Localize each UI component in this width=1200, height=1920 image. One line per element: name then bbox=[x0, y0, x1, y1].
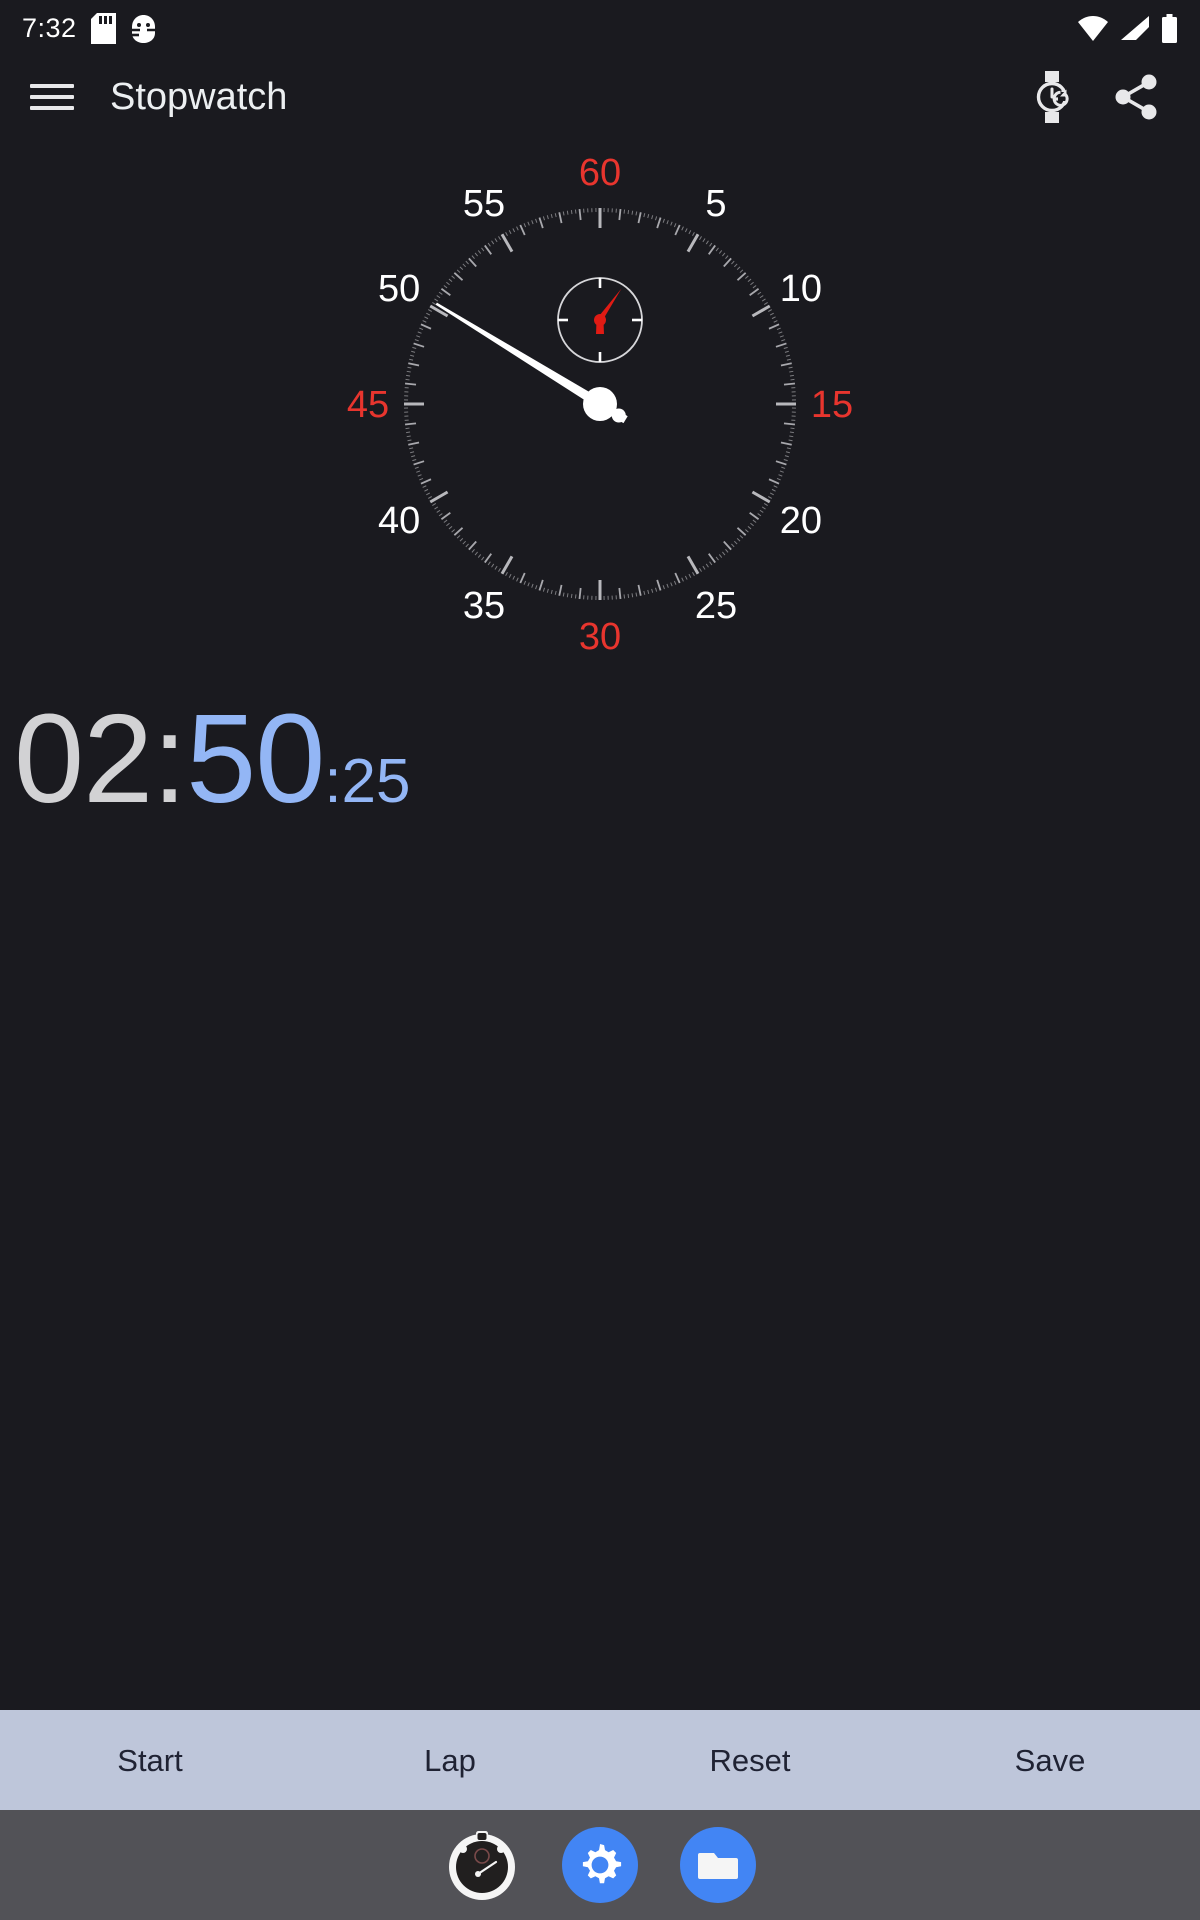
bottom-nav-bar bbox=[0, 1810, 1200, 1920]
dial-label-60: 60 bbox=[579, 152, 621, 194]
toolbar-actions bbox=[1032, 71, 1170, 123]
analog-stopwatch-dial: 60 5 10 15 20 25 30 35 40 45 50 55 bbox=[340, 144, 860, 664]
lap-button[interactable]: Lap bbox=[300, 1745, 600, 1776]
save-button[interactable]: Save bbox=[900, 1745, 1200, 1776]
dial-label-5: 5 bbox=[705, 183, 726, 225]
share-icon[interactable] bbox=[1114, 73, 1160, 121]
sd-card-icon bbox=[90, 12, 116, 44]
start-button[interactable]: Start bbox=[0, 1745, 300, 1776]
dial-svg: 60 5 10 15 20 25 30 35 40 45 50 55 bbox=[347, 152, 853, 658]
status-bar-clock: 7:32 bbox=[22, 12, 77, 43]
time-minutes: 02: bbox=[14, 688, 187, 829]
settings-gear-nav-icon[interactable] bbox=[562, 1827, 638, 1903]
dial-label-20: 20 bbox=[780, 500, 822, 542]
wifi-icon bbox=[1078, 16, 1108, 41]
dial-label-35: 35 bbox=[463, 585, 505, 627]
wearable-sync-icon[interactable] bbox=[1032, 71, 1072, 123]
hamburger-bar bbox=[30, 95, 74, 99]
elapsed-time-display: 02: 50 :25 bbox=[0, 678, 1200, 822]
dial-label-55: 55 bbox=[463, 183, 505, 225]
folder-nav-icon[interactable] bbox=[680, 1827, 756, 1903]
dial-label-25: 25 bbox=[695, 585, 737, 627]
status-bar-right bbox=[1077, 13, 1178, 43]
stopwatch-nav-icon[interactable] bbox=[444, 1827, 520, 1903]
time-fraction: :25 bbox=[324, 747, 411, 816]
status-bar: 7:32 bbox=[0, 0, 1200, 56]
app-toolbar: Stopwatch bbox=[0, 56, 1200, 138]
hamburger-bar bbox=[30, 106, 74, 110]
minute-subdial bbox=[557, 277, 643, 363]
hamburger-menu-icon[interactable] bbox=[30, 80, 74, 114]
dial-label-50: 50 bbox=[378, 268, 420, 310]
page-title: Stopwatch bbox=[110, 76, 288, 118]
dial-label-30: 30 bbox=[579, 616, 621, 658]
stopwatch-dial-area: 60 5 10 15 20 25 30 35 40 45 50 55 bbox=[0, 138, 1200, 678]
dial-label-15: 15 bbox=[811, 384, 853, 426]
dial-label-40: 40 bbox=[378, 500, 420, 542]
time-seconds: 50 bbox=[186, 688, 325, 829]
cellular-signal-icon bbox=[1121, 16, 1149, 40]
battery-icon bbox=[1162, 13, 1177, 43]
reset-button[interactable]: Reset bbox=[600, 1745, 900, 1776]
dial-label-45: 45 bbox=[347, 384, 389, 426]
hamburger-bar bbox=[30, 84, 74, 88]
action-button-bar: Start Lap Reset Save bbox=[0, 1710, 1200, 1810]
dial-label-10: 10 bbox=[780, 268, 822, 310]
status-bar-left: 7:32 bbox=[22, 12, 157, 44]
android-debug-icon bbox=[131, 14, 155, 43]
